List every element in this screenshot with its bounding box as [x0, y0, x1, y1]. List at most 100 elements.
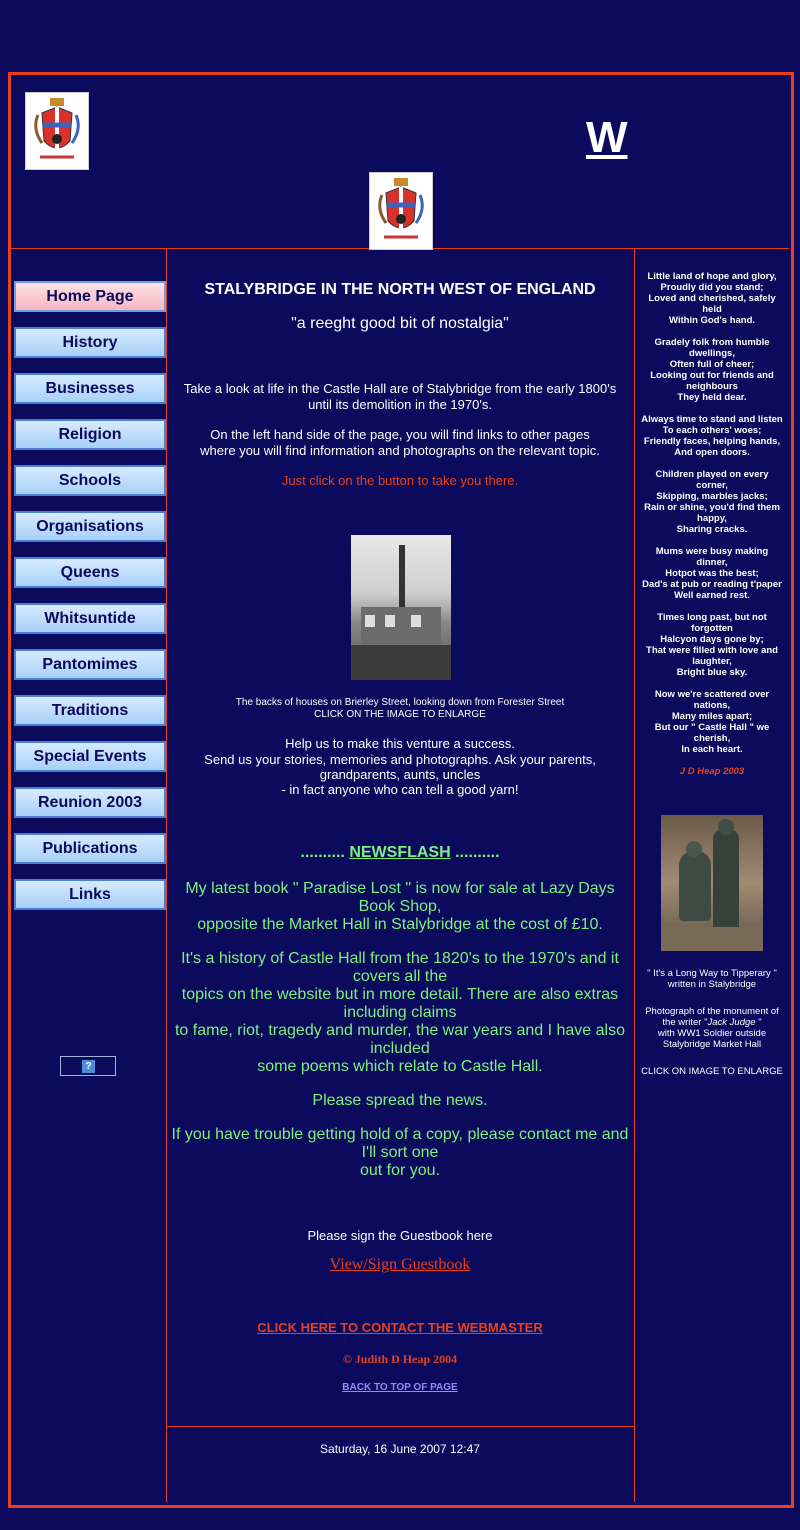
- news-line-8: to fame, riot, tragedy and murder, the w…: [174, 1022, 625, 1039]
- page-subtitle: "a reeght good bit of nostalgia": [291, 315, 509, 332]
- poem-line: In each heart.: [681, 744, 743, 755]
- photo-caption: The backs of houses on Brierley Street, …: [235, 697, 565, 708]
- poem-line: Gradely folk from humble: [654, 337, 770, 348]
- news-line-2: Book Shop,: [358, 898, 442, 915]
- intro-line-3: On the left hand side of the page, you w…: [210, 427, 590, 442]
- poem-line: Hotpot was the best;: [665, 568, 759, 579]
- poem-line: They held dear.: [677, 392, 747, 403]
- poem-line: Often full of cheer;: [669, 359, 755, 370]
- poem-line: Always time to stand and listen: [641, 414, 783, 425]
- nav-button-publications[interactable]: Publications: [14, 833, 166, 864]
- footer-divider: [167, 1426, 634, 1427]
- poem-line: dwellings,: [689, 348, 735, 359]
- news-line-12: If you have trouble getting hold of a co…: [171, 1126, 629, 1143]
- poem-line: And open doors.: [674, 447, 750, 458]
- jack-judge-monument-photo[interactable]: [661, 815, 763, 951]
- poem-line: To each others' woes;: [662, 425, 762, 436]
- poem-line: nations,: [693, 700, 731, 711]
- copyright-notice: © Judith D Heap 2004: [342, 1352, 458, 1366]
- monument-caption-4a: the writer ": [662, 1017, 708, 1028]
- news-line-4: It's a history of Castle Hall from the 1…: [181, 950, 619, 967]
- poem-line: cherish,: [693, 733, 731, 744]
- nav-button-traditions[interactable]: Traditions: [14, 695, 166, 726]
- poem-line: Proudly did you stand;: [660, 282, 764, 293]
- poem-line: Friendly faces, helping hands,: [643, 436, 781, 447]
- news-line-3: opposite the Market Hall in Stalybridge …: [197, 916, 603, 933]
- nav-button-special-events[interactable]: Special Events: [14, 741, 166, 772]
- brierley-street-photo[interactable]: [351, 535, 451, 680]
- hit-counter: ?: [60, 1056, 116, 1076]
- nav-button-businesses[interactable]: Businesses: [14, 373, 166, 404]
- page-title: STALYBRIDGE IN THE NORTH WEST OF ENGLAND: [204, 281, 596, 298]
- help-line-1: Help us to make this venture a success.: [285, 736, 515, 751]
- newsflash-dots-right: ..........: [455, 844, 500, 861]
- coat-of-arms-center-logo: [369, 172, 433, 250]
- news-line-7: including claims: [343, 1004, 457, 1021]
- nav-button-whitsuntide[interactable]: Whitsuntide: [14, 603, 166, 634]
- help-line-2: Send us your stories, memories and photo…: [204, 752, 596, 767]
- back-to-top-link[interactable]: BACK TO TOP OF PAGE: [342, 1382, 457, 1393]
- poem-line: Skipping, marbles jacks;: [656, 491, 768, 502]
- monument-caption-4c: ": [755, 1017, 762, 1028]
- left-column-divider: [166, 248, 167, 1502]
- nav-button-religion[interactable]: Religion: [14, 419, 166, 450]
- news-line-14: out for you.: [359, 1162, 441, 1179]
- nav-button-links[interactable]: Links: [14, 879, 166, 910]
- poem-line: Loved and cherished, safely: [648, 293, 776, 304]
- poem-line: neighbours: [686, 381, 738, 392]
- monument-caption-5: with WW1 Soldier outside: [657, 1028, 767, 1039]
- poem-line: Halcyon days gone by;: [660, 634, 764, 645]
- poem-line: But our " Castle Hall " we: [654, 722, 770, 733]
- poem-line: Mums were busy making: [655, 546, 769, 557]
- poem-line: Times long past, but not: [657, 612, 767, 623]
- poem-line: Well earned rest.: [674, 590, 750, 601]
- poem-line: Dad's at pub or reading t'paper: [642, 579, 782, 590]
- guestbook-prompt: Please sign the Guestbook here: [307, 1228, 493, 1243]
- poem-line: That were filled with love and: [646, 645, 778, 656]
- poem-line: Children played on every: [655, 469, 769, 480]
- nav-button-history[interactable]: History: [14, 327, 166, 358]
- click-hint: Just click on the button to take you the…: [281, 473, 519, 488]
- newsflash-dots-left: ..........: [300, 844, 345, 861]
- nav-button-organisations[interactable]: Organisations: [14, 511, 166, 542]
- poem-line: held: [702, 304, 722, 315]
- help-line-4: - in fact anyone who can tell a good yar…: [281, 782, 519, 797]
- counter-placeholder-icon: ?: [82, 1060, 95, 1073]
- intro-line-1: Take a look at life in the Castle Hall a…: [183, 381, 617, 396]
- poem-line: Now we're scattered over: [654, 689, 770, 700]
- poem-line: forgotten: [691, 623, 733, 634]
- last-updated-date: Saturday, 16 June 2007 12:47: [320, 1442, 480, 1456]
- poem-author: J D Heap 2003: [679, 766, 745, 777]
- news-line-11: Please spread the news.: [312, 1092, 488, 1109]
- news-line-13: I'll sort one: [361, 1144, 439, 1161]
- poem-line: Bright blue sky.: [676, 667, 748, 678]
- poem-line: Within God's hand.: [668, 315, 756, 326]
- intro-line-4: where you will find information and phot…: [200, 443, 600, 458]
- monument-caption-3: Photograph of the monument of: [645, 1006, 779, 1017]
- monument-writer-name: Jack Judge: [707, 1017, 756, 1028]
- nav-button-reunion-2003[interactable]: Reunion 2003: [14, 787, 166, 818]
- newsflash-heading: .......... NEWSFLASH ..........: [168, 844, 632, 862]
- help-line-3: grandparents, aunts, uncles: [319, 767, 481, 782]
- news-line-6: topics on the website but in more detail…: [181, 986, 619, 1003]
- monument-enlarge-hint: CLICK ON IMAGE TO ENLARGE: [641, 1066, 783, 1077]
- poem-line: corner,: [696, 480, 728, 491]
- guestbook-link[interactable]: View/Sign Guestbook: [330, 1256, 471, 1273]
- monument-caption-6: Stalybridge Market Hall: [662, 1039, 762, 1050]
- monument-caption-4: the writer "Jack Judge ": [636, 1017, 788, 1028]
- poem-line: laughter,: [692, 656, 732, 667]
- right-column-divider: [634, 248, 635, 1502]
- nav-button-queens[interactable]: Queens: [14, 557, 166, 588]
- monument-caption-2: written in Stalybridge: [667, 979, 757, 990]
- nav-button-pantomimes[interactable]: Pantomimes: [14, 649, 166, 680]
- contact-webmaster-link[interactable]: CLICK HERE TO CONTACT THE WEBMASTER: [257, 1320, 543, 1335]
- poem-line: Sharing cracks.: [676, 524, 748, 535]
- news-line-10: some poems which relate to Castle Hall.: [257, 1058, 543, 1075]
- news-line-5: covers all the: [352, 968, 448, 985]
- news-line-9: included: [370, 1040, 430, 1057]
- coat-of-arms-logo: [25, 92, 89, 170]
- header-heading-link[interactable]: W: [586, 116, 628, 160]
- news-line-1: My latest book " Paradise Lost " is now …: [185, 880, 615, 897]
- nav-button-home-page[interactable]: Home Page: [14, 281, 166, 312]
- nav-button-schools[interactable]: Schools: [14, 465, 166, 496]
